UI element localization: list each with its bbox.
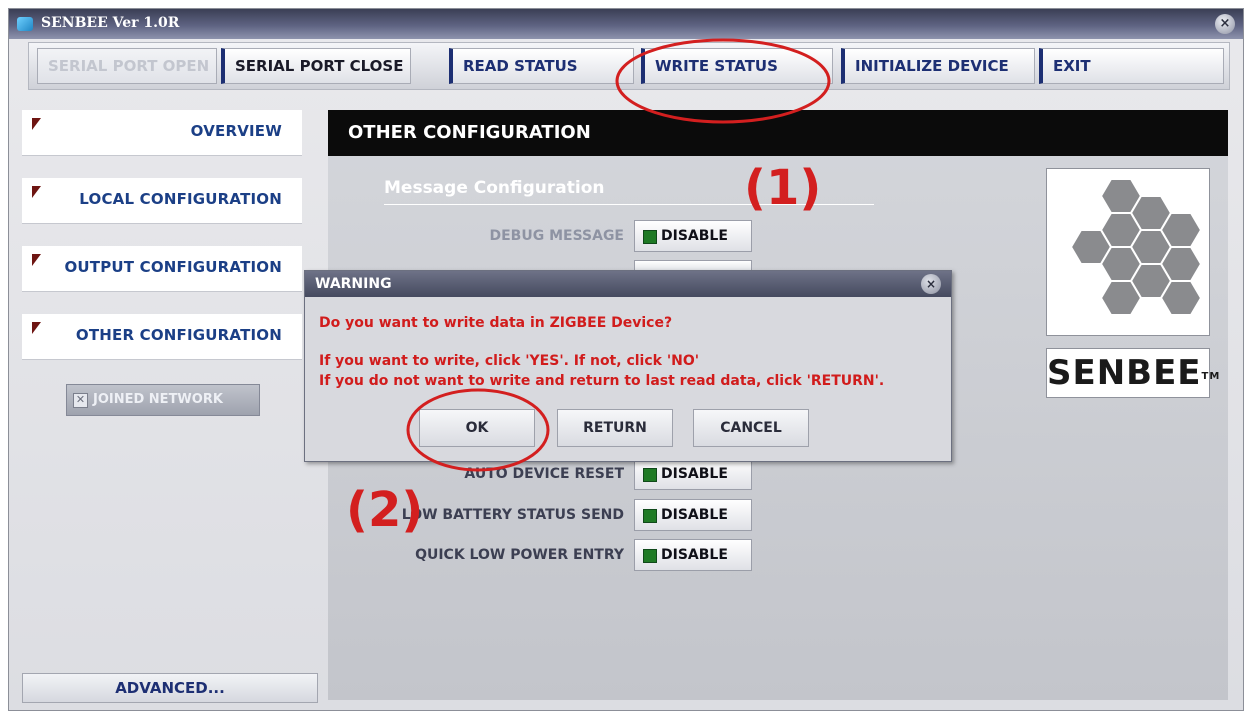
checkbox-x-icon: ✕ — [73, 393, 88, 408]
status-led-icon — [643, 509, 657, 523]
window-close-icon[interactable]: × — [1215, 14, 1235, 34]
sidebar-item-label: OUTPUT CONFIGURATION — [64, 258, 282, 276]
serial-port-close-button[interactable]: SERIAL PORT CLOSE — [221, 48, 411, 84]
toolbar: SERIAL PORT OPEN SERIAL PORT CLOSE READ … — [28, 42, 1230, 90]
status-led-icon — [643, 230, 657, 244]
marker-icon — [32, 254, 41, 266]
hexagon-logo — [1046, 168, 1210, 336]
toggle-value: DISABLE — [661, 466, 728, 482]
section-title: Message Configuration — [384, 178, 605, 198]
low-battery-status-send-label: LOW BATTERY STATUS SEND — [401, 507, 624, 523]
app-icon — [17, 17, 33, 31]
initialize-device-button[interactable]: INITIALIZE DEVICE — [841, 48, 1035, 84]
joined-network-label: JOINED NETWORK — [93, 392, 223, 407]
low-battery-status-send-toggle[interactable]: DISABLE — [634, 499, 752, 531]
hexagon-cluster-icon — [1069, 178, 1203, 316]
write-status-button[interactable]: WRITE STATUS — [641, 48, 833, 84]
warning-dialog: WARNING × Do you want to write data in Z… — [304, 270, 952, 462]
dialog-question: Do you want to write data in ZIGBEE Devi… — [319, 315, 673, 331]
marker-icon — [32, 322, 41, 334]
status-led-icon — [643, 468, 657, 482]
dialog-instruction-2: If you do not want to write and return t… — [319, 373, 885, 389]
joined-network-checkbox[interactable]: ✕ JOINED NETWORK — [66, 384, 260, 416]
debug-message-toggle[interactable]: DISABLE — [634, 220, 752, 252]
marker-icon — [32, 186, 41, 198]
cancel-button[interactable]: CANCEL — [693, 409, 809, 447]
panel-header: OTHER CONFIGURATION — [328, 110, 1228, 156]
window-title: SENBEE Ver 1.0R — [41, 15, 180, 31]
toggle-value: DISABLE — [661, 228, 728, 244]
status-led-icon — [643, 549, 657, 563]
trademark: TM — [1201, 371, 1221, 382]
step-1-annotation: (1) — [744, 160, 822, 216]
marker-icon — [32, 118, 41, 130]
toggle-value: DISABLE — [661, 507, 728, 523]
sidebar-item-overview[interactable]: OVERVIEW — [22, 110, 302, 156]
exit-button[interactable]: EXIT — [1039, 48, 1224, 84]
sidebar-item-other-configuration[interactable]: OTHER CONFIGURATION — [22, 314, 302, 360]
sidebar-item-output-configuration[interactable]: OUTPUT CONFIGURATION — [22, 246, 302, 292]
dialog-close-icon[interactable]: × — [921, 274, 941, 294]
brand-logo: SENBEETM — [1046, 348, 1219, 398]
step-2-annotation: (2) — [346, 482, 424, 538]
advanced-button[interactable]: ADVANCED... — [22, 673, 318, 703]
sidebar-item-label: OTHER CONFIGURATION — [75, 326, 282, 344]
return-button[interactable]: RETURN — [557, 409, 673, 447]
ok-button[interactable]: OK — [419, 409, 535, 447]
read-status-button[interactable]: READ STATUS — [449, 48, 634, 84]
dialog-title: WARNING — [305, 271, 951, 297]
brand-name: SENBEE — [1047, 353, 1202, 393]
dialog-instruction-1: If you want to write, click 'YES'. If no… — [319, 353, 700, 369]
sidebar-item-label: LOCAL CONFIGURATION — [79, 190, 282, 208]
sidebar-item-label: OVERVIEW — [190, 122, 282, 140]
title-bar: SENBEE Ver 1.0R × — [9, 9, 1243, 39]
debug-message-label: DEBUG MESSAGE — [489, 228, 624, 244]
auto-device-reset-toggle[interactable]: DISABLE — [634, 458, 752, 490]
serial-port-open-button[interactable]: SERIAL PORT OPEN — [37, 48, 217, 84]
auto-device-reset-label: AUTO DEVICE RESET — [464, 466, 624, 482]
quick-low-power-entry-label: QUICK LOW POWER ENTRY — [415, 547, 624, 563]
toggle-value: DISABLE — [661, 547, 728, 563]
quick-low-power-entry-toggle[interactable]: DISABLE — [634, 539, 752, 571]
sidebar-item-local-configuration[interactable]: LOCAL CONFIGURATION — [22, 178, 302, 224]
